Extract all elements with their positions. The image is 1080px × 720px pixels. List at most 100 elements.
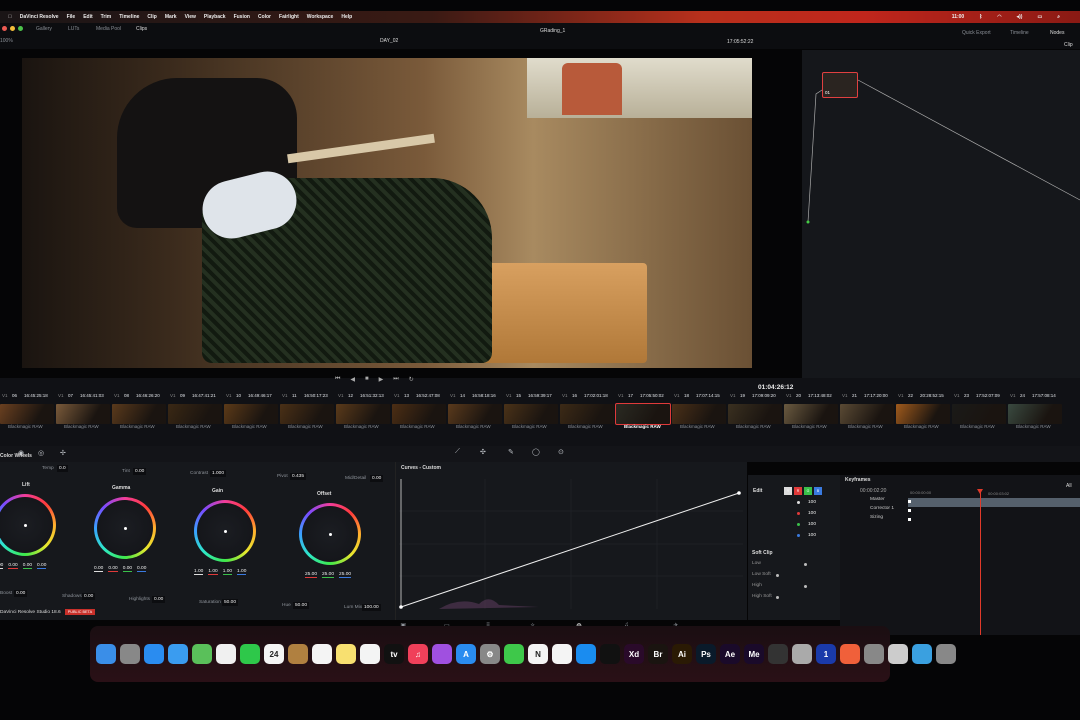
wheel-value-field[interactable]: 0.00 (22, 563, 33, 569)
safari-app-icon[interactable] (144, 644, 164, 664)
keyframe-marker[interactable] (908, 500, 911, 503)
channel-toggle-b[interactable]: B (814, 487, 822, 495)
master-track[interactable] (908, 498, 1080, 507)
wheel-value-field[interactable]: 0.00 (94, 566, 104, 572)
color-wheel-lift[interactable] (0, 494, 56, 556)
photos-app-icon[interactable] (216, 644, 236, 664)
channel-intensity-field[interactable]: 100 (808, 500, 816, 505)
rgb-mixer-tool-icon[interactable]: ◎ (38, 449, 44, 457)
keyframe-filter-dropdown[interactable]: All (1066, 483, 1072, 489)
qualifier-tool-icon[interactable]: ✎ (508, 448, 514, 456)
color-wheel-gamma[interactable] (94, 497, 156, 559)
menu-fusion[interactable]: Fusion (234, 14, 250, 20)
skip-forward-icon[interactable]: ⏭ (393, 376, 398, 383)
menu-app-name[interactable]: DaVinci Resolve (20, 14, 59, 20)
system-settings-app-icon[interactable]: ⚙ (480, 644, 500, 664)
proton-app-icon[interactable] (552, 644, 572, 664)
mid-detail-field[interactable]: 0.00 (370, 475, 384, 482)
freeform-app-icon[interactable] (360, 644, 380, 664)
wheel-puck[interactable] (23, 523, 27, 527)
menu-file[interactable]: File (67, 14, 76, 20)
menu-help[interactable]: Help (341, 14, 352, 20)
wheel-value-field[interactable]: 1.00 (194, 569, 204, 575)
menu-clip[interactable]: Clip (147, 14, 156, 20)
motion-effects-tool-icon[interactable]: ✢ (60, 449, 66, 457)
menu-view[interactable]: View (185, 14, 196, 20)
volume-icon[interactable]: ◂)) (1017, 14, 1023, 20)
media-pool-button[interactable]: Media Pool (96, 26, 121, 32)
wheel-value-field[interactable]: 0.00 (8, 563, 18, 569)
clip-thumbnail[interactable] (896, 404, 950, 424)
adobe-illustrator-app-icon[interactable]: Ai (672, 644, 692, 664)
clip-thumbnail[interactable] (784, 404, 838, 424)
finder-app-icon[interactable] (96, 644, 116, 664)
channel-toggle-r[interactable]: R (794, 487, 802, 495)
soft-clip-slider[interactable] (804, 563, 807, 566)
facetime-app-icon[interactable] (240, 644, 260, 664)
mail-app-icon[interactable] (168, 644, 188, 664)
podcasts-app-icon[interactable] (432, 644, 452, 664)
menu-timeline[interactable]: Timeline (119, 14, 139, 20)
apple-icon[interactable]:  (8, 14, 12, 20)
clip-thumbnail[interactable] (336, 404, 390, 424)
launchpad-app-icon[interactable] (120, 644, 140, 664)
apple-tv-app-icon[interactable]: tv (384, 644, 404, 664)
notes-app-icon[interactable] (336, 644, 356, 664)
play-icon[interactable]: ▶ (379, 376, 384, 383)
contrast-field[interactable]: 1.000 (210, 470, 227, 477)
menu-trim[interactable]: Trim (101, 14, 112, 20)
bluetooth-icon[interactable]: ᛒ (979, 14, 982, 20)
highlights-field[interactable]: 0.00 (152, 596, 166, 603)
playhead-handle[interactable] (977, 489, 983, 494)
wheel-value-field[interactable]: 1.00 (222, 569, 233, 575)
curve-point-end[interactable] (737, 491, 741, 495)
maps-app-icon[interactable] (192, 644, 212, 664)
preview-app-icon[interactable] (864, 644, 884, 664)
window-tool-icon[interactable]: ◯ (532, 448, 540, 456)
adobe-bridge-app-icon[interactable]: Br (648, 644, 668, 664)
loop-icon[interactable]: ↻ (409, 376, 414, 383)
menu-playback[interactable]: Playback (204, 14, 226, 20)
wheel-value-field[interactable]: 25.00 (305, 572, 318, 578)
timeline-dropdown[interactable]: DAY_02 (380, 38, 398, 44)
minimize-button[interactable] (10, 26, 15, 31)
saturation-field[interactable]: 50.00 (222, 599, 239, 606)
wheel-puck[interactable] (328, 532, 332, 536)
warper-tool-icon[interactable]: ✣ (480, 448, 486, 456)
menu-color[interactable]: Color (258, 14, 271, 20)
wheel-value-field[interactable]: 25.00 (322, 572, 335, 578)
zoom-dropdown[interactable]: 100% (0, 38, 13, 44)
clip-thumbnail[interactable] (952, 404, 1006, 424)
clip-thumbnail[interactable] (560, 404, 614, 424)
keyframe-track-label[interactable]: Sizing (870, 515, 883, 520)
keyframe-track-label[interactable]: Master (870, 497, 885, 502)
search-icon[interactable]: ⌕ (1057, 14, 1060, 20)
clip-thumbnail[interactable] (840, 404, 894, 424)
clip-thumbnail[interactable] (1008, 404, 1062, 424)
channel-intensity-field[interactable]: 100 (808, 511, 816, 516)
wheel-value-field[interactable]: 25.00 (339, 572, 352, 578)
curves-panel[interactable]: Curves - Custom (395, 462, 747, 620)
close-button[interactable] (2, 26, 7, 31)
1password-app-icon[interactable]: 1 (816, 644, 836, 664)
curves-tool-icon[interactable]: ⟋ (455, 448, 460, 456)
channel-toggle-g[interactable]: G (804, 487, 812, 495)
wheel-value-field[interactable]: 0.00 (0, 563, 4, 569)
clip-thumbnail[interactable] (168, 404, 222, 424)
skip-back-icon[interactable]: ⏮ (335, 376, 340, 383)
menu-fairlight[interactable]: Fairlight (279, 14, 299, 20)
clip-thumbnail[interactable] (280, 404, 334, 424)
app-store-app-icon[interactable]: A (456, 644, 476, 664)
video-viewer[interactable] (22, 58, 752, 368)
tracker-tool-icon[interactable]: ⊙ (558, 448, 564, 456)
wheel-value-field[interactable]: 1.00 (208, 569, 218, 575)
soft-clip-slider[interactable] (776, 596, 779, 599)
adobe-photoshop-app-icon[interactable]: Ps (696, 644, 716, 664)
channel-intensity-field[interactable]: 100 (808, 533, 816, 538)
reminders-app-icon[interactable] (312, 644, 332, 664)
play-reverse-icon[interactable]: ◀ (350, 376, 355, 383)
keyframe-marker[interactable] (908, 518, 911, 521)
clip-thumbnail[interactable] (448, 404, 502, 424)
davinci-resolve-app-icon[interactable] (768, 644, 788, 664)
music-app-icon[interactable]: ♫ (408, 644, 428, 664)
